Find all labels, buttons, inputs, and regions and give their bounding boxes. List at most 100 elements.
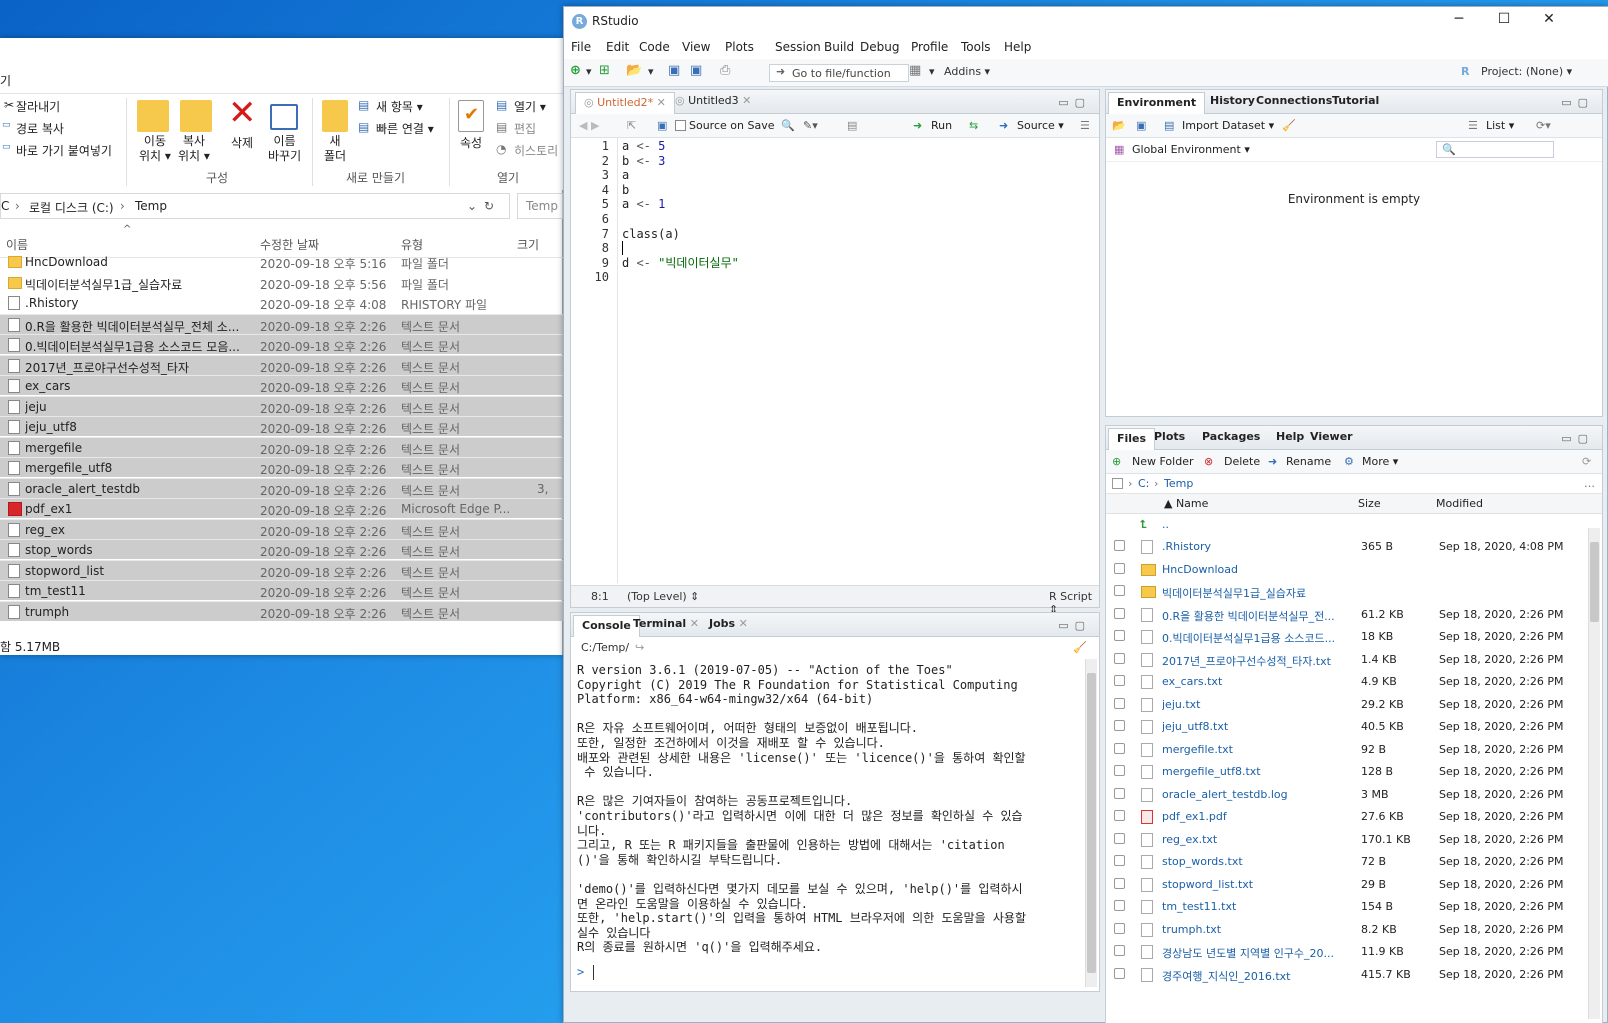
save-doc-icon[interactable]: ▣: [657, 119, 667, 132]
show-in-window-icon[interactable]: ⇱: [627, 119, 636, 132]
file-row[interactable]: 0.R을 활용한 빅데이터분석실무_전체 소... 2020-09-18 오후 2…: [0, 313, 563, 334]
load-workspace-icon[interactable]: 📂: [1112, 119, 1126, 132]
source-on-save-checkbox[interactable]: [675, 120, 686, 131]
file-row[interactable]: oracle_alert_testdb 2020-09-18 오후 2:26 텍스트…: [0, 477, 563, 498]
go-to-file-input[interactable]: Go to file/function: [769, 64, 909, 82]
easy-access-button[interactable]: 빠른 연결 ▾: [376, 120, 434, 137]
save-icon[interactable]: ▣: [668, 63, 680, 78]
cut-button[interactable]: 잘라내기: [16, 98, 60, 115]
file-row[interactable]: stop_words.txt 72 B Sep 18, 2020, 2:26 PM: [1106, 851, 1602, 874]
more-path-icon[interactable]: …: [1584, 477, 1595, 490]
file-name-link[interactable]: ex_cars.txt: [1162, 675, 1354, 688]
new-folder-button[interactable]: 새 폴더: [324, 134, 346, 164]
menu-edit[interactable]: Edit: [606, 40, 629, 54]
maximize-button[interactable]: ☐: [1489, 11, 1519, 31]
row-checkbox[interactable]: [1114, 855, 1125, 866]
breadcrumb-temp[interactable]: Temp: [1164, 477, 1193, 490]
find-icon[interactable]: 🔍: [781, 119, 795, 132]
file-row[interactable]: .Rhistory 2020-09-18 오후 4:08 RHISTORY 파일: [0, 293, 563, 313]
file-row[interactable]: mergefile.txt 92 B Sep 18, 2020, 2:26 PM: [1106, 739, 1602, 762]
console-scrollbar[interactable]: [1085, 659, 1097, 987]
file-row[interactable]: mergefile_utf8.txt 128 B Sep 18, 2020, 2:2…: [1106, 761, 1602, 784]
file-row[interactable]: trumph 2020-09-18 오후 2:26 텍스트 문서: [0, 600, 563, 621]
file-row[interactable]: oracle_alert_testdb.log 3 MB Sep 18, 2020,…: [1106, 784, 1602, 807]
file-row[interactable]: stop_words 2020-09-18 오후 2:26 텍스트 문서: [0, 539, 563, 559]
close-tab-icon[interactable]: ✕: [739, 617, 748, 630]
file-row[interactable]: 빅데이터분석실무1급_실습자료: [1106, 581, 1602, 604]
compile-report-icon[interactable]: ▤: [847, 119, 857, 132]
tab-plots[interactable]: Plots: [1154, 430, 1185, 443]
file-name-link[interactable]: 0.R을 활용한 빅데이터분석실무_전...: [1162, 608, 1354, 624]
close-tab-icon[interactable]: ✕: [742, 94, 751, 107]
save-all-icon[interactable]: ▣: [690, 63, 702, 78]
code-tools-icon[interactable]: ✎▾: [803, 119, 818, 132]
file-row[interactable]: 2017년_프로야구선수성적_타자 2020-09-18 오후 2:26 텍스트 문…: [0, 354, 563, 375]
row-checkbox[interactable]: [1114, 900, 1125, 911]
file-name-link[interactable]: mergefile_utf8.txt: [1162, 765, 1354, 778]
row-checkbox[interactable]: [1114, 810, 1125, 821]
tab-untitled3[interactable]: ◎ Untitled3 ✕: [675, 94, 751, 107]
minimize-button[interactable]: ─: [1444, 11, 1474, 31]
run-button[interactable]: Run: [931, 119, 952, 132]
row-checkbox[interactable]: [1114, 585, 1125, 596]
close-button[interactable]: ✕: [1534, 11, 1564, 31]
row-checkbox[interactable]: [1114, 697, 1125, 709]
breadcrumb-c[interactable]: C:: [1138, 477, 1149, 490]
refresh-icon[interactable]: ↻: [484, 199, 494, 213]
open-button[interactable]: 열기 ▾: [514, 98, 546, 115]
column-size[interactable]: 크기: [517, 236, 539, 253]
file-row[interactable]: mergefile 2020-09-18 오후 2:26 텍스트 문서: [0, 436, 563, 457]
list-view-button[interactable]: List ▾: [1486, 119, 1514, 132]
file-row[interactable]: reg_ex.txt 170.1 KB Sep 18, 2020, 2:26 PM: [1106, 829, 1602, 852]
delete-button[interactable]: Delete: [1224, 455, 1260, 468]
rename-button[interactable]: Rename: [1286, 455, 1331, 468]
file-name-link[interactable]: HncDownload: [1162, 563, 1354, 576]
menu-help[interactable]: Help: [1004, 40, 1031, 54]
file-row[interactable]: 2017년_프로야구선수성적_타자.txt 1.4 KB Sep 18, 2020,…: [1106, 649, 1602, 672]
tab-viewer[interactable]: Viewer: [1310, 430, 1353, 443]
tab-history[interactable]: History: [1210, 94, 1255, 107]
file-row[interactable]: 0.빅데이터분석실무1급용 소스코드... 18 KB Sep 18, 2020, …: [1106, 626, 1602, 649]
file-row[interactable]: 0.R을 활용한 빅데이터분석실무_전... 61.2 KB Sep 18, 202…: [1106, 604, 1602, 627]
global-environment-selector[interactable]: Global Environment ▾: [1132, 143, 1250, 156]
ribbon-tab-partial[interactable]: 기: [0, 72, 11, 89]
scope-selector[interactable]: (Top Level) ⇕: [627, 590, 699, 603]
row-checkbox[interactable]: [1114, 630, 1125, 641]
breadcrumb-drive[interactable]: 로컬 디스크 (C:): [29, 199, 114, 216]
column-size[interactable]: Size: [1358, 497, 1381, 510]
menu-debug[interactable]: Debug: [860, 40, 899, 54]
row-checkbox[interactable]: [1114, 540, 1125, 551]
more-button[interactable]: More ▾: [1362, 455, 1398, 468]
file-row[interactable]: stopword_list 2020-09-18 오후 2:26 텍스트 문서: [0, 559, 563, 580]
file-row[interactable]: 빅데이터분석실무1급_실습자료 2020-09-18 오후 5:56 파일 폴더: [0, 273, 563, 293]
column-name[interactable]: 이름: [6, 236, 28, 253]
menu-profile[interactable]: Profile: [911, 40, 948, 54]
pane-minmax-icon[interactable]: ▭▢: [1058, 96, 1091, 109]
file-row[interactable]: tm_test11.txt 154 B Sep 18, 2020, 2:26 PM: [1106, 896, 1602, 919]
file-name-link[interactable]: tm_test11.txt: [1162, 900, 1354, 913]
column-name[interactable]: ▲ Name: [1164, 497, 1208, 510]
address-bar[interactable]: C › 로컬 디스크 (C:) › Temp ⌄ ↻: [0, 193, 510, 219]
project-menu[interactable]: Project: (None) ▾: [1481, 65, 1572, 78]
file-row[interactable]: pdf_ex1 2020-09-18 오후 2:26 Microsoft Edge …: [0, 498, 563, 518]
breadcrumb-pc[interactable]: C: [1, 199, 9, 213]
history-button[interactable]: 히스토리: [514, 142, 558, 159]
column-type[interactable]: 유형: [401, 236, 423, 253]
parent-directory-row[interactable]: ⮤ ..: [1106, 514, 1602, 537]
copy-path-button[interactable]: 경로 복사: [16, 120, 64, 137]
new-project-icon[interactable]: ⊞: [599, 63, 610, 78]
row-checkbox[interactable]: [1114, 787, 1125, 799]
row-checkbox[interactable]: [1114, 877, 1125, 889]
file-row[interactable]: jeju_utf8.txt 40.5 KB Sep 18, 2020, 2:26 P…: [1106, 716, 1602, 739]
file-name-link[interactable]: jeju_utf8.txt: [1162, 720, 1354, 733]
tab-connections[interactable]: Connections: [1256, 94, 1332, 107]
tab-untitled2[interactable]: ◎ Untitled2* ✕: [575, 92, 675, 114]
pane-minmax-icon[interactable]: ▭▢: [1561, 96, 1594, 109]
file-row[interactable]: jeju.txt 29.2 KB Sep 18, 2020, 2:26 PM: [1106, 694, 1602, 717]
file-row[interactable]: tm_test11 2020-09-18 오후 2:26 텍스트 문서: [0, 580, 563, 600]
row-checkbox[interactable]: [1114, 945, 1125, 956]
outline-icon[interactable]: ☰: [1080, 119, 1090, 132]
panes-dropdown-icon[interactable]: ▾: [929, 65, 935, 78]
tab-files[interactable]: Files: [1108, 428, 1156, 450]
row-checkbox[interactable]: [1114, 652, 1125, 664]
